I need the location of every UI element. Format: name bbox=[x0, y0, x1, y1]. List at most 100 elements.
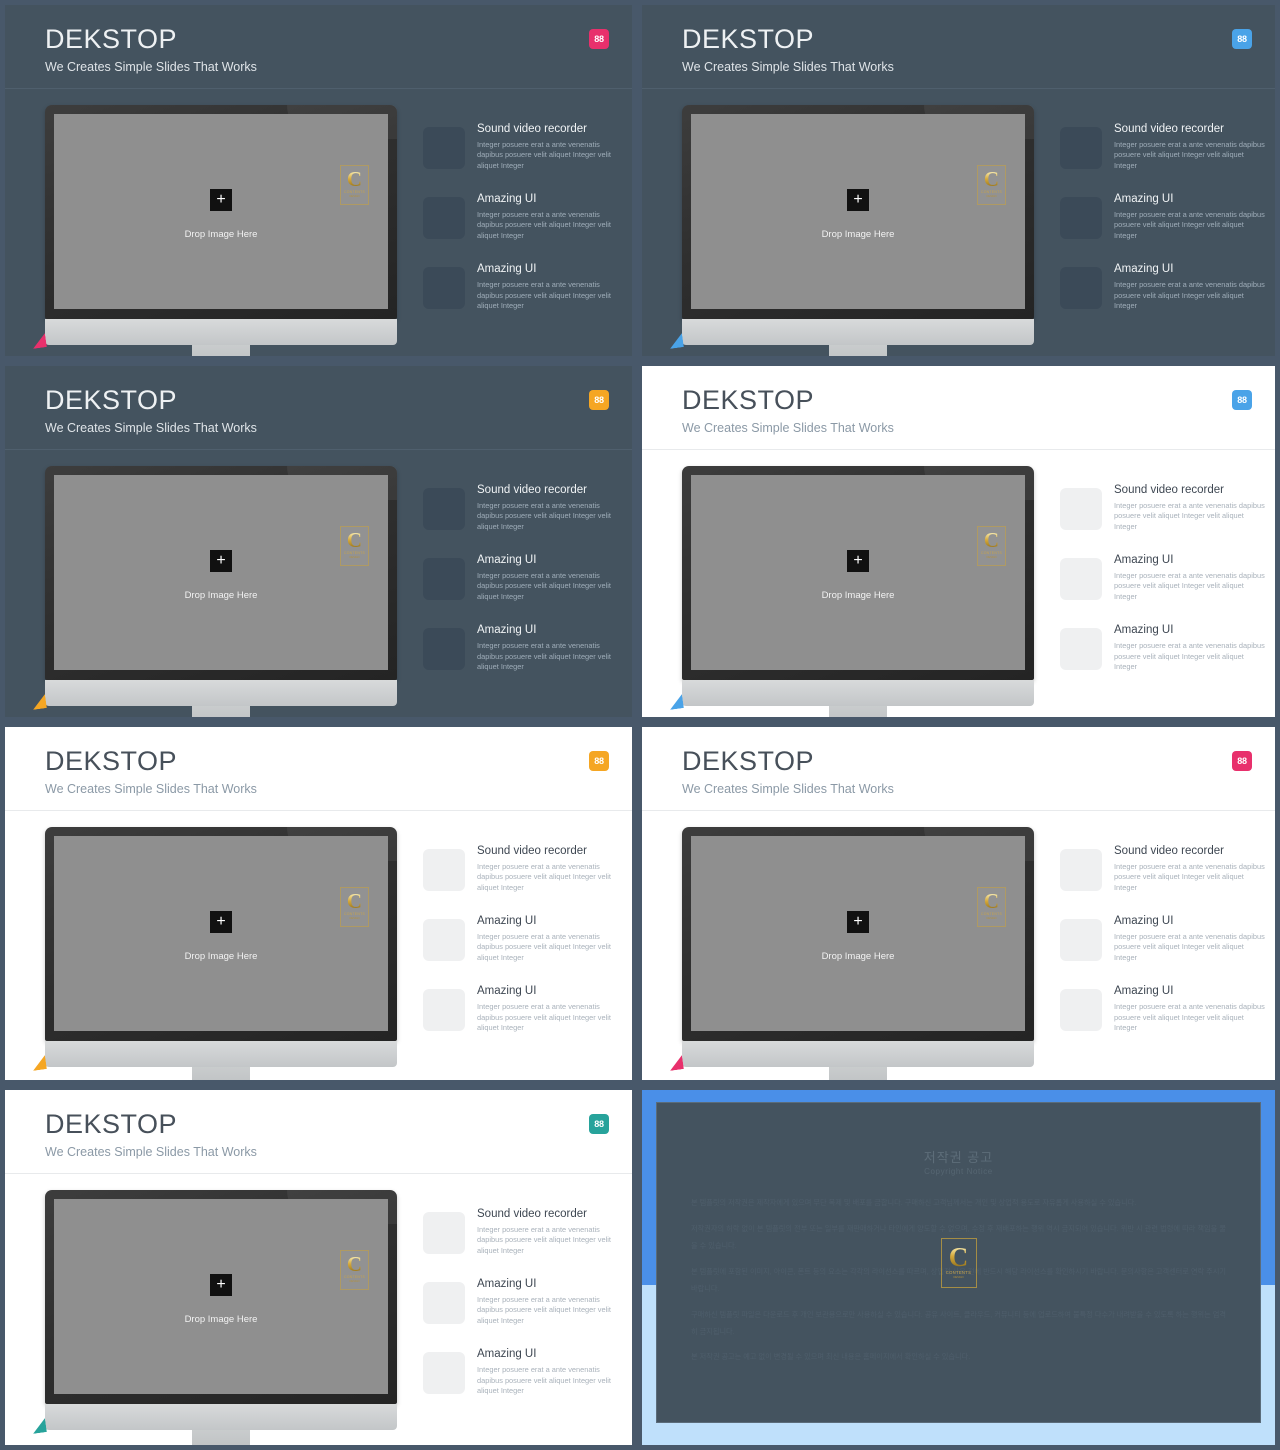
feature-thumb-placeholder bbox=[423, 1282, 465, 1325]
slide-thumbnail-5[interactable]: DEKSTOP We Creates Simple Slides That Wo… bbox=[0, 722, 637, 1085]
feature-heading: Amazing UI bbox=[477, 624, 537, 637]
list-item[interactable]: Amazing UI Integer posuere erat a ante v… bbox=[423, 624, 624, 672]
page-subtitle: We Creates Simple Slides That Works bbox=[682, 782, 894, 796]
watermark-line1: CONTENTS bbox=[980, 912, 1003, 917]
slide-content: DEKSTOP We Creates Simple Slides That Wo… bbox=[642, 5, 1275, 356]
feature-thumb-placeholder bbox=[423, 488, 465, 530]
monitor-bezel: + Drop Image Here C CONTENTS DESIGN bbox=[45, 105, 397, 319]
feature-thumb-placeholder bbox=[423, 558, 465, 601]
list-item[interactable]: Amazing UI Integer posuere erat a ante v… bbox=[1060, 985, 1267, 1033]
monitor-base bbox=[682, 1041, 1034, 1067]
status-badge[interactable]: 88 bbox=[589, 1114, 609, 1134]
slide-content: DEKSTOP We Creates Simple Slides That Wo… bbox=[5, 1090, 632, 1445]
feature-text: Amazing UI Integer posuere erat a ante v… bbox=[1114, 624, 1267, 672]
page-subtitle: We Creates Simple Slides That Works bbox=[45, 421, 257, 435]
list-item[interactable]: Sound video recorder Integer posuere era… bbox=[423, 484, 624, 532]
plus-icon[interactable]: + bbox=[210, 1273, 232, 1296]
feature-thumb-placeholder bbox=[423, 267, 465, 310]
watermark-letter: C bbox=[983, 167, 1000, 192]
list-item[interactable]: Amazing UI Integer posuere erat a ante v… bbox=[1060, 263, 1267, 311]
feature-body: Integer posuere erat a ante venenatis da… bbox=[477, 500, 611, 531]
slide-thumbnail-grid: DEKSTOP We Creates Simple Slides That Wo… bbox=[0, 0, 1280, 1450]
plus-icon[interactable]: + bbox=[210, 910, 232, 933]
feature-heading: Amazing UI bbox=[477, 193, 537, 206]
list-item[interactable]: Amazing UI Integer posuere erat a ante v… bbox=[1060, 915, 1267, 963]
monitor-mockup: + Drop Image Here C CONTENTS DESIGN bbox=[45, 466, 397, 717]
status-badge[interactable]: 88 bbox=[1232, 751, 1252, 771]
status-badge[interactable]: 88 bbox=[1232, 29, 1252, 49]
plus-icon[interactable]: + bbox=[210, 549, 232, 572]
image-dropzone[interactable]: + Drop Image Here C CONTENTS DESIGN bbox=[691, 114, 1025, 309]
plus-icon[interactable]: + bbox=[210, 188, 232, 211]
image-dropzone[interactable]: + Drop Image Here C CONTENTS DESIGN bbox=[54, 836, 388, 1031]
list-item[interactable]: Sound video recorder Integer posuere era… bbox=[1060, 123, 1267, 171]
feature-body: Integer posuere erat a ante venenatis da… bbox=[1114, 570, 1265, 601]
feature-text: Amazing UI Integer posuere erat a ante v… bbox=[477, 1278, 624, 1326]
slide-header: DEKSTOP We Creates Simple Slides That Wo… bbox=[5, 5, 632, 89]
list-item[interactable]: Amazing UI Integer posuere erat a ante v… bbox=[423, 915, 624, 963]
plus-icon[interactable]: + bbox=[847, 910, 869, 933]
copyright-card: 저작권 공고 Copyright Notice 본 템플릿의 저작권은 제작자에… bbox=[656, 1102, 1261, 1423]
feature-body: Integer posuere erat a ante venenatis da… bbox=[477, 570, 611, 601]
plus-icon[interactable]: + bbox=[847, 188, 869, 211]
status-badge[interactable]: 88 bbox=[589, 390, 609, 410]
status-badge[interactable]: 88 bbox=[1232, 390, 1252, 410]
list-item[interactable]: Sound video recorder Integer posuere era… bbox=[423, 123, 624, 171]
list-item[interactable]: Amazing UI Integer posuere erat a ante v… bbox=[423, 193, 624, 241]
list-item[interactable]: Amazing UI Integer posuere erat a ante v… bbox=[423, 554, 624, 602]
watermark-line1: CONTENTS bbox=[343, 912, 366, 917]
feature-heading: Sound video recorder bbox=[477, 845, 587, 857]
list-item[interactable]: Sound video recorder Integer posuere era… bbox=[423, 1208, 624, 1256]
slide-thumbnail-6[interactable]: DEKSTOP We Creates Simple Slides That Wo… bbox=[637, 722, 1280, 1085]
monitor-stand bbox=[192, 1067, 250, 1080]
status-badge[interactable]: 88 bbox=[589, 29, 609, 49]
feature-body: Integer posuere erat a ante venenatis da… bbox=[477, 1294, 611, 1325]
feature-body: Integer posuere erat a ante venenatis da… bbox=[1114, 641, 1265, 672]
slide-thumbnail-3[interactable]: DEKSTOP We Creates Simple Slides That Wo… bbox=[0, 361, 637, 722]
image-dropzone[interactable]: + Drop Image Here C CONTENTS DESIGN bbox=[691, 475, 1025, 670]
monitor-stand bbox=[192, 1430, 250, 1445]
feature-thumb-placeholder bbox=[1060, 558, 1102, 601]
dropzone-label: Drop Image Here bbox=[184, 590, 258, 602]
list-item[interactable]: Sound video recorder Integer posuere era… bbox=[1060, 845, 1267, 893]
image-dropzone[interactable]: + Drop Image Here C CONTENTS DESIGN bbox=[54, 1199, 388, 1394]
list-item[interactable]: Amazing UI Integer posuere erat a ante v… bbox=[1060, 554, 1267, 602]
list-item[interactable]: Sound video recorder Integer posuere era… bbox=[423, 845, 624, 893]
list-item[interactable]: Amazing UI Integer posuere erat a ante v… bbox=[423, 1278, 624, 1326]
image-dropzone[interactable]: + Drop Image Here C CONTENTS DESIGN bbox=[54, 475, 388, 670]
monitor-base bbox=[682, 680, 1034, 706]
feature-thumb-placeholder bbox=[423, 197, 465, 240]
watermark-letter: C bbox=[346, 889, 363, 914]
status-badge[interactable]: 88 bbox=[589, 751, 609, 771]
list-item[interactable]: Sound video recorder Integer posuere era… bbox=[1060, 484, 1267, 532]
slide-header: DEKSTOP We Creates Simple Slides That Wo… bbox=[642, 727, 1275, 811]
slide-content: DEKSTOP We Creates Simple Slides That Wo… bbox=[642, 366, 1275, 717]
list-item[interactable]: Amazing UI Integer posuere erat a ante v… bbox=[423, 1348, 624, 1396]
slide-thumbnail-2[interactable]: DEKSTOP We Creates Simple Slides That Wo… bbox=[637, 0, 1280, 361]
slide-thumbnail-4[interactable]: DEKSTOP We Creates Simple Slides That Wo… bbox=[637, 361, 1280, 722]
list-item[interactable]: Amazing UI Integer posuere erat a ante v… bbox=[1060, 193, 1267, 241]
watermark-letter: C bbox=[983, 528, 1000, 553]
monitor-bezel: + Drop Image Here C CONTENTS DESIGN bbox=[45, 1190, 397, 1404]
feature-heading: Amazing UI bbox=[1114, 624, 1174, 637]
contents-watermark-icon: C CONTENTS DESIGN bbox=[340, 164, 369, 205]
feature-heading: Sound video recorder bbox=[1114, 845, 1224, 857]
list-item[interactable]: Amazing UI Integer posuere erat a ante v… bbox=[423, 263, 624, 311]
feature-heading: Sound video recorder bbox=[1114, 484, 1224, 496]
watermark-letter: C bbox=[983, 889, 1000, 914]
feature-body: Integer posuere erat a ante venenatis da… bbox=[1114, 500, 1265, 531]
feature-heading: Sound video recorder bbox=[477, 123, 587, 135]
list-item[interactable]: Amazing UI Integer posuere erat a ante v… bbox=[423, 985, 624, 1033]
slide-thumbnail-1[interactable]: DEKSTOP We Creates Simple Slides That Wo… bbox=[0, 0, 637, 361]
feature-thumb-placeholder bbox=[1060, 127, 1102, 169]
feature-text: Amazing UI Integer posuere erat a ante v… bbox=[477, 263, 624, 311]
image-dropzone[interactable]: + Drop Image Here C CONTENTS DESIGN bbox=[54, 114, 388, 309]
feature-heading: Amazing UI bbox=[477, 263, 537, 276]
image-dropzone[interactable]: + Drop Image Here C CONTENTS DESIGN bbox=[691, 836, 1025, 1031]
slide-thumbnail-7[interactable]: DEKSTOP We Creates Simple Slides That Wo… bbox=[0, 1085, 637, 1450]
copyright-notice-panel[interactable]: 저작권 공고 Copyright Notice 본 템플릿의 저작권은 제작자에… bbox=[637, 1085, 1280, 1450]
list-item[interactable]: Amazing UI Integer posuere erat a ante v… bbox=[1060, 624, 1267, 672]
page-title: DEKSTOP bbox=[682, 746, 815, 776]
contents-watermark-icon: C CONTENTS DESIGN bbox=[977, 164, 1006, 205]
plus-icon[interactable]: + bbox=[847, 549, 869, 572]
